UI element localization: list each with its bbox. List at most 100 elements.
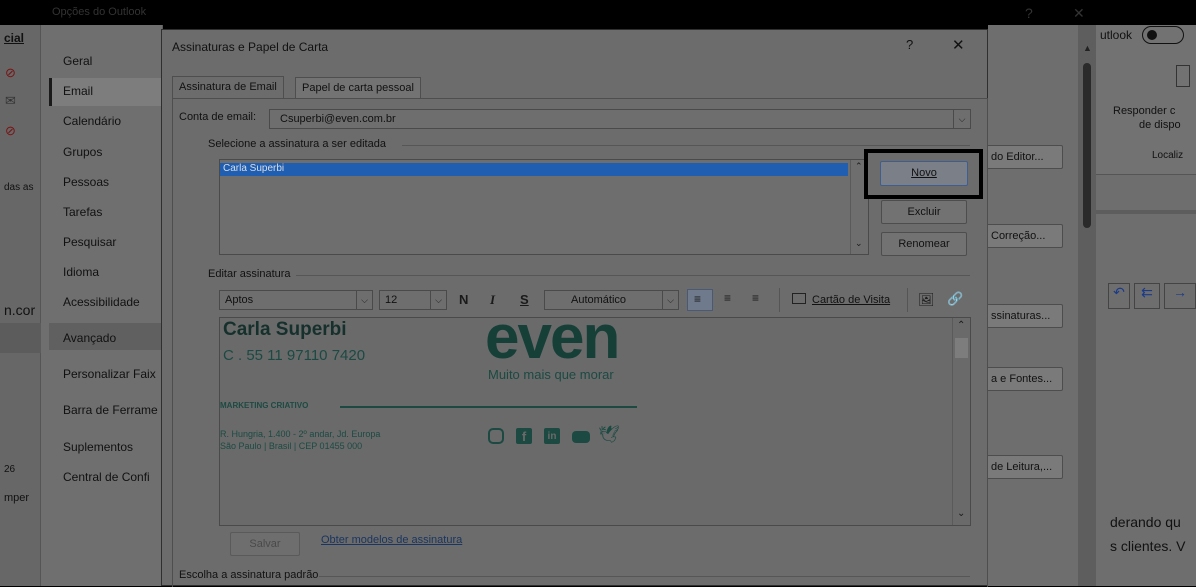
nav-item-acessibilidade[interactable]: Acessibilidade [63, 295, 140, 309]
dialog-help-icon[interactable]: ? [906, 37, 913, 52]
new-signature-button[interactable]: Novo [880, 161, 968, 186]
address-line-2: São Paulo | Brasil | CEP 01455 000 [220, 441, 363, 451]
tab-personal-stationery-label: Papel de carta pessoal [302, 82, 414, 94]
align-left-button[interactable]: ≡ [687, 289, 713, 311]
options-scrollbar[interactable]: ▲ [1078, 25, 1096, 586]
junk-icon[interactable]: ✉ [5, 93, 16, 109]
tab-personal-stationery[interactable]: Papel de carta pessoal [295, 77, 421, 99]
outlook-toggle-label: utlook [1100, 28, 1133, 42]
nav-item-tarefas[interactable]: Tarefas [63, 205, 102, 219]
font-dropdown-icon[interactable]: ⌵ [356, 291, 372, 309]
nav-item-email[interactable]: Email [63, 84, 93, 98]
size-dropdown-icon[interactable]: ⌵ [430, 291, 446, 309]
editor-scrollbar[interactable]: ⌃ ⌄ [952, 318, 970, 525]
auto-reply-label-2[interactable]: de dispo [1139, 119, 1181, 131]
brand-tagline: Muito mais que morar [488, 367, 614, 382]
insert-picture-icon[interactable]: 🖼 [918, 292, 935, 308]
scroll-up-icon[interactable]: ▲ [1083, 43, 1092, 53]
nav-item-avancado[interactable]: Avançado [63, 331, 116, 345]
forward-icon[interactable]: → [1164, 283, 1196, 309]
auto-reply-label-1[interactable]: Responder c [1113, 105, 1175, 117]
nav-item-suplementos[interactable]: Suplementos [63, 440, 133, 454]
bold-button[interactable]: N [459, 292, 468, 307]
signatures-dialog: Assinaturas e Papel de Carta ? ✕ Assinat… [161, 29, 988, 587]
background-close-icon[interactable]: ✕ [1073, 5, 1085, 22]
address-line-1: R. Hungria, 1.400 - 2º andar, Jd. Europa [220, 429, 381, 439]
facebook-icon[interactable]: f [516, 428, 532, 444]
editor-options-button[interactable]: do Editor... [984, 145, 1063, 169]
message-actions: ↶ ⇇ → [1108, 283, 1196, 313]
reading-pane-button[interactable]: de Leitura,... [984, 455, 1063, 479]
dialog-close-icon[interactable]: ✕ [952, 36, 965, 54]
account-dropdown-icon[interactable]: ⌵ [953, 110, 970, 128]
nav-item-idioma[interactable]: Idioma [63, 265, 99, 279]
youtube-icon[interactable] [572, 431, 590, 443]
color-dropdown-icon[interactable]: ⌵ [662, 291, 678, 309]
align-center-icon[interactable]: ≡ [724, 291, 731, 305]
instagram-icon[interactable] [488, 428, 504, 444]
signature-editor[interactable]: Carla Superbi C . 55 11 97110 7420 even … [219, 303, 971, 526]
insert-link-icon[interactable]: 🔗 [947, 291, 963, 307]
new-outlook-toggle[interactable] [1142, 26, 1184, 44]
even-logo: even [485, 303, 620, 372]
font-value: Aptos [225, 294, 254, 306]
editor-scroll-up-icon[interactable]: ⌃ [957, 320, 965, 331]
reply-icon[interactable]: ↶ [1108, 283, 1130, 309]
list-scroll-up-icon[interactable]: ⌃ [855, 161, 863, 172]
align-right-icon[interactable]: ≡ [752, 291, 759, 305]
background-help-icon[interactable]: ? [1025, 5, 1033, 21]
scrollbar-thumb[interactable] [1083, 63, 1091, 228]
signatures-button[interactable]: ssinaturas... [984, 304, 1063, 328]
font-select[interactable]: Aptos ⌵ [219, 290, 373, 310]
save-button[interactable]: Salvar [230, 532, 300, 556]
new-button-label: Novo [911, 167, 937, 179]
options-nav: Geral Email Calendário Grupos Pessoas Ta… [41, 25, 163, 586]
business-card-button[interactable]: Cartão de Visita [812, 294, 890, 306]
nav-item-geral[interactable]: Geral [63, 54, 92, 68]
outlook-left-strip: cial ⊘ ✉ ⊘ das as n.cor 26 mper [0, 25, 41, 586]
autocorrect-button[interactable]: Correção... [984, 224, 1063, 248]
edit-group-divider [296, 275, 970, 276]
select-signature-label: Selecione a assinatura a ser editada [208, 138, 386, 150]
ignore-icon[interactable]: ⊘ [5, 123, 16, 139]
rename-signature-button[interactable]: Renomear [881, 232, 967, 256]
email-preview-line-2: s clientes. V [1110, 538, 1186, 554]
block-icon[interactable]: ⊘ [5, 65, 16, 81]
twitter-icon[interactable]: 🕊 [598, 425, 620, 445]
tab-email-signature[interactable]: Assinatura de Email [172, 76, 284, 98]
auto-reply-icon [1176, 65, 1190, 87]
toolbar-divider-2 [907, 288, 908, 312]
strip-email-fragment: n.cor [4, 302, 36, 318]
nav-item-central-confiabilidade[interactable]: Central de Confi [63, 470, 150, 484]
signature-list[interactable]: Carla Superbi ⌃ ⌄ [219, 159, 869, 255]
stationery-fonts-button[interactable]: a e Fontes... [984, 367, 1063, 391]
toolbar-divider-1 [779, 288, 780, 312]
toggle-knob [1147, 30, 1157, 40]
nav-item-personalizar-faixa[interactable]: Personalizar Faix [63, 367, 156, 381]
nav-item-calendario[interactable]: Calendário [63, 114, 121, 128]
linkedin-icon[interactable]: in [544, 428, 560, 444]
delete-signature-button[interactable]: Excluir [881, 200, 967, 224]
reply-all-icon[interactable]: ⇇ [1134, 283, 1160, 309]
select-group-divider [402, 145, 970, 146]
rename-button-label: Renomear [898, 238, 950, 250]
editor-scroll-thumb[interactable] [955, 338, 968, 358]
list-scroll-down-icon[interactable]: ⌄ [855, 238, 863, 249]
editor-scroll-down-icon[interactable]: ⌄ [957, 508, 965, 519]
dialog-title: Assinaturas e Papel de Carta [172, 40, 329, 54]
nav-item-pessoas[interactable]: Pessoas [63, 175, 109, 189]
account-select[interactable]: Csuperbi@even.com.br ⌵ [269, 109, 971, 129]
ribbon-fragment: utlook Responder c de dispo Localiz [1096, 25, 1196, 175]
strip-text-fragment: mper [4, 492, 30, 504]
get-templates-link[interactable]: Obter modelos de assinatura [321, 534, 462, 546]
signature-list-item-selected[interactable]: Carla Superbi [220, 163, 848, 176]
background-right-area: do Editor... Correção... ssinaturas... a… [984, 25, 1196, 586]
nav-item-pesquisar[interactable]: Pesquisar [63, 235, 116, 249]
nav-item-barra-ferramentas[interactable]: Barra de Ferrame [63, 403, 158, 417]
nav-item-grupos[interactable]: Grupos [63, 145, 102, 159]
size-select[interactable]: 12 ⌵ [379, 290, 447, 310]
localize-group-label: Localiz [1152, 150, 1184, 161]
default-signature-label: Escolha a assinatura padrão [179, 569, 319, 581]
business-card-icon [792, 293, 806, 304]
tab-email-signature-label: Assinatura de Email [179, 81, 277, 93]
